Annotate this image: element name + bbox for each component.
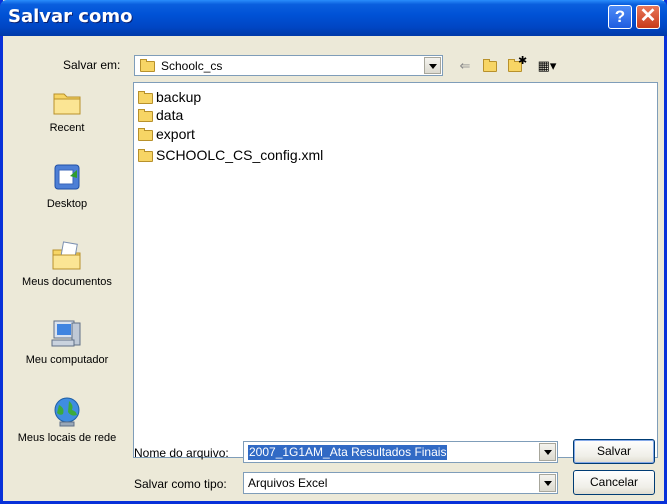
folder-icon bbox=[138, 90, 153, 104]
file-name: data bbox=[156, 107, 184, 123]
view-menu-icon[interactable]: ▦▾ bbox=[532, 57, 562, 75]
place-label: Recent bbox=[49, 122, 85, 134]
filetype-label: Salvar como tipo: bbox=[134, 477, 227, 491]
file-list[interactable]: backup data export SCHOOLC_CS_config.xml bbox=[133, 82, 658, 458]
save-as-dialog: Salvar como ? ✕ Salvar em: Schoolc_cs ⇐ … bbox=[0, 0, 667, 504]
desktop-icon bbox=[50, 162, 84, 194]
my-computer-icon bbox=[50, 318, 84, 350]
filetype-value: Arquivos Excel bbox=[248, 476, 328, 490]
file-name: export bbox=[156, 126, 195, 142]
help-button[interactable]: ? bbox=[608, 5, 632, 29]
save-in-label: Salvar em: bbox=[63, 58, 121, 72]
places-bar: Recent Desktop Meus documentos Meu compu… bbox=[15, 78, 123, 472]
place-my-computer[interactable]: Meu computador bbox=[15, 318, 119, 367]
save-in-value: Schoolc_cs bbox=[161, 59, 223, 73]
network-places-icon bbox=[50, 396, 84, 428]
list-item[interactable]: data bbox=[138, 107, 183, 123]
filename-input[interactable]: 2007_1G1AM_Ata Resultados Finais bbox=[243, 441, 558, 463]
new-folder-icon[interactable]: ✱ bbox=[505, 55, 527, 75]
place-label: Meus locais de rede bbox=[17, 432, 117, 444]
chevron-down-icon[interactable] bbox=[539, 443, 556, 461]
file-name: backup bbox=[156, 89, 202, 105]
up-folder-icon[interactable] bbox=[480, 57, 500, 75]
save-button-label: Salvar bbox=[596, 444, 631, 458]
back-arrow-icon[interactable]: ⇐ bbox=[455, 57, 475, 75]
folder-icon bbox=[138, 108, 153, 122]
place-my-documents[interactable]: Meus documentos bbox=[15, 240, 119, 289]
cancel-button-label: Cancelar bbox=[589, 475, 639, 489]
file-name: SCHOOLC_CS_config.xml bbox=[156, 147, 324, 163]
place-recent[interactable]: Recent bbox=[15, 86, 119, 135]
folder-icon bbox=[138, 127, 153, 141]
close-icon: ✕ bbox=[639, 5, 657, 27]
filename-value: 2007_1G1AM_Ata Resultados Finais bbox=[248, 445, 448, 460]
chevron-down-icon[interactable] bbox=[539, 474, 556, 492]
place-network[interactable]: Meus locais de rede bbox=[15, 396, 119, 445]
my-documents-icon bbox=[50, 240, 84, 272]
place-label: Desktop bbox=[46, 198, 88, 210]
list-item[interactable]: SCHOOLC_CS_config.xml bbox=[138, 147, 323, 163]
place-label: Meus documentos bbox=[22, 276, 112, 288]
help-icon: ? bbox=[614, 7, 626, 26]
filename-label: Nome do arquivo: bbox=[134, 446, 229, 460]
save-button[interactable]: Salvar bbox=[573, 439, 655, 464]
folder-icon bbox=[140, 59, 155, 72]
folder-icon bbox=[138, 148, 153, 162]
recent-icon bbox=[50, 86, 84, 118]
cancel-button[interactable]: Cancelar bbox=[573, 470, 655, 495]
list-item[interactable]: backup bbox=[138, 89, 201, 105]
save-in-dropdown[interactable]: Schoolc_cs bbox=[134, 55, 443, 76]
title-bar[interactable]: Salvar como ? ✕ bbox=[0, 0, 667, 36]
place-label: Meu computador bbox=[25, 354, 109, 366]
close-button[interactable]: ✕ bbox=[636, 5, 660, 29]
window-title: Salvar como bbox=[8, 6, 133, 27]
place-desktop[interactable]: Desktop bbox=[15, 162, 119, 211]
filetype-dropdown[interactable]: Arquivos Excel bbox=[243, 472, 558, 494]
list-item[interactable]: export bbox=[138, 126, 195, 142]
chevron-down-icon[interactable] bbox=[424, 57, 441, 74]
